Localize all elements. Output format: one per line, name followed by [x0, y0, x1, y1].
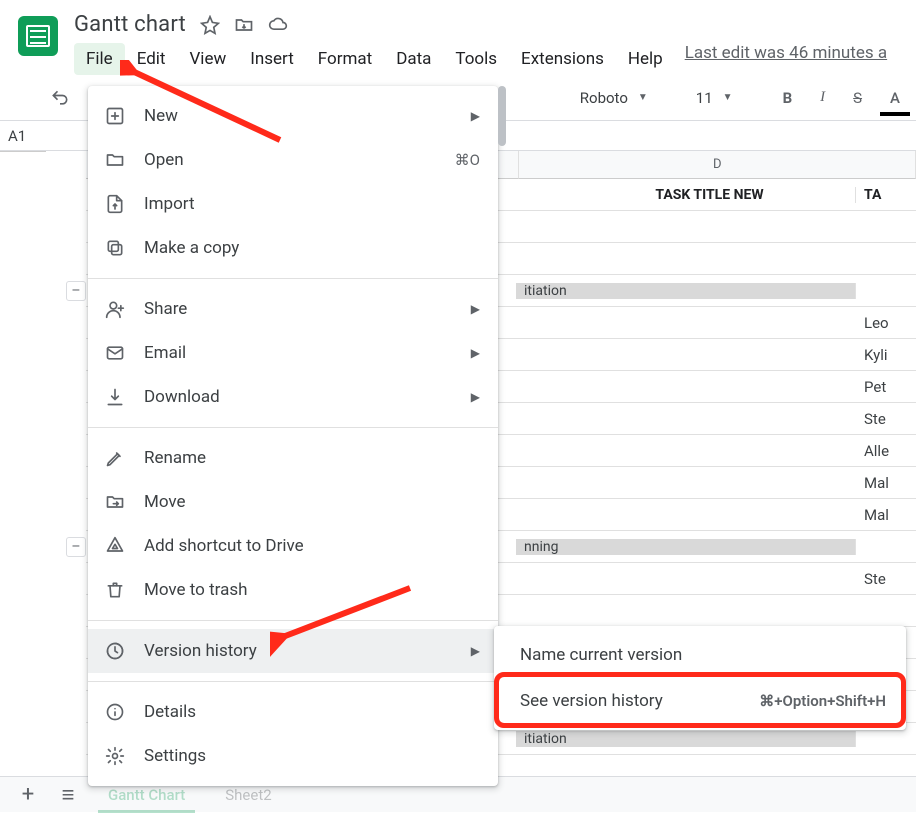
- menu-help[interactable]: Help: [616, 43, 675, 75]
- font-name: Roboto: [580, 89, 628, 107]
- chevron-right-icon: ▶: [471, 109, 480, 123]
- cloud-status-icon[interactable]: [268, 15, 288, 35]
- menu-item-share[interactable]: Share ▶: [88, 287, 498, 331]
- menu-item-label: Share: [144, 299, 453, 319]
- add-sheet-button[interactable]: +: [10, 777, 46, 813]
- menu-extensions[interactable]: Extensions: [509, 43, 616, 75]
- menu-item-label: Settings: [144, 746, 480, 766]
- group-collapse-button[interactable]: –: [66, 281, 86, 301]
- font-selector[interactable]: Roboto ▼: [572, 85, 656, 111]
- plus-box-icon: [104, 106, 126, 126]
- pencil-icon: [104, 448, 126, 468]
- mail-icon: [104, 343, 126, 363]
- menu-tools[interactable]: Tools: [443, 43, 509, 75]
- menubar: File Edit View Insert Format Data Tools …: [74, 39, 906, 75]
- folder-icon: [104, 150, 126, 170]
- menu-item-label: Download: [144, 387, 453, 407]
- menu-item-open[interactable]: Open ⌘O: [88, 138, 498, 182]
- submenu-label: See version history: [520, 691, 745, 711]
- download-icon: [104, 387, 126, 407]
- menu-shortcut: ⌘O: [455, 151, 480, 169]
- menu-item-move-to-trash[interactable]: Move to trash: [88, 568, 498, 612]
- menu-item-label: Rename: [144, 448, 480, 468]
- font-size: 11: [696, 89, 713, 107]
- chevron-right-icon: ▶: [471, 390, 480, 404]
- menu-file[interactable]: File: [74, 43, 125, 75]
- drive-shortcut-icon: [104, 536, 126, 556]
- menu-item-details[interactable]: Details: [88, 690, 498, 734]
- menu-item-email[interactable]: Email ▶: [88, 331, 498, 375]
- menu-item-rename[interactable]: Rename: [88, 436, 498, 480]
- undo-button[interactable]: [40, 82, 80, 114]
- chevron-right-icon: ▶: [471, 302, 480, 316]
- file-import-icon: [104, 194, 126, 214]
- menu-item-settings[interactable]: Settings: [88, 734, 498, 778]
- col-title-e: TA: [856, 187, 916, 203]
- text-color-button[interactable]: A: [880, 83, 910, 113]
- chevron-down-icon: ▼: [723, 92, 733, 103]
- menu-item-add-shortcut-to-drive[interactable]: Add shortcut to Drive: [88, 524, 498, 568]
- menu-item-label: Add shortcut to Drive: [144, 536, 480, 556]
- menu-view[interactable]: View: [177, 43, 238, 75]
- col-title-d: TASK TITLE NEW: [556, 187, 856, 203]
- col-header-d[interactable]: D: [519, 151, 916, 179]
- version-history-submenu: Name current version See version history ⌘…: [494, 626, 906, 730]
- gear-icon: [104, 746, 126, 766]
- submenu-label: Name current version: [520, 645, 886, 665]
- menu-item-make-a-copy[interactable]: Make a copy: [88, 226, 498, 270]
- trash-icon: [104, 580, 126, 600]
- menu-edit[interactable]: Edit: [125, 43, 178, 75]
- select-all-corner[interactable]: [0, 151, 46, 152]
- menu-item-label: Move to trash: [144, 580, 480, 600]
- move-folder-icon[interactable]: [234, 15, 254, 35]
- menu-item-download[interactable]: Download ▶: [88, 375, 498, 419]
- strikethrough-button[interactable]: S: [843, 83, 872, 113]
- history-icon: [104, 641, 126, 661]
- menu-item-label: Email: [144, 343, 453, 363]
- menu-item-label: Move: [144, 492, 480, 512]
- chevron-right-icon: ▶: [471, 644, 480, 658]
- menu-format[interactable]: Format: [306, 43, 384, 75]
- name-box[interactable]: A1: [0, 127, 60, 145]
- folder-move-icon: [104, 492, 126, 512]
- menu-item-label: New: [144, 106, 453, 126]
- chevron-right-icon: ▶: [471, 346, 480, 360]
- font-size-selector[interactable]: 11 ▼: [688, 85, 741, 111]
- menu-item-import[interactable]: Import: [88, 182, 498, 226]
- all-sheets-button[interactable]: ≡: [50, 777, 86, 813]
- sheets-logo[interactable]: [18, 16, 58, 56]
- file-menu-dropdown: New▶Open⌘OImportMake a copyShare▶Email▶D…: [88, 86, 498, 786]
- person-plus-icon: [104, 299, 126, 319]
- group-collapse-button[interactable]: –: [66, 537, 86, 557]
- menu-item-label: Make a copy: [144, 238, 480, 258]
- chevron-down-icon: ▼: [638, 92, 648, 103]
- info-icon: [104, 702, 126, 722]
- menu-item-move[interactable]: Move: [88, 480, 498, 524]
- menu-data[interactable]: Data: [384, 43, 443, 75]
- submenu-shortcut: ⌘+Option+Shift+H: [759, 692, 886, 710]
- menu-insert[interactable]: Insert: [238, 43, 306, 75]
- submenu-item-name-current-version[interactable]: Name current version: [494, 632, 906, 678]
- menu-item-label: Details: [144, 702, 480, 722]
- doc-title[interactable]: Gantt chart: [74, 12, 186, 37]
- menu-item-version-history[interactable]: Version history ▶: [88, 629, 498, 673]
- menu-item-label: Version history: [144, 641, 453, 661]
- menu-item-new[interactable]: New ▶: [88, 94, 498, 138]
- last-edit-link[interactable]: Last edit was 46 minutes a: [675, 43, 887, 75]
- submenu-item-see-version-history[interactable]: See version history ⌘+Option+Shift+H: [494, 678, 906, 724]
- menu-item-label: Import: [144, 194, 480, 214]
- star-icon[interactable]: [200, 15, 220, 35]
- copy-icon: [104, 238, 126, 258]
- bold-button[interactable]: B: [773, 83, 803, 113]
- menu-item-label: Open: [144, 150, 437, 170]
- italic-button[interactable]: I: [810, 83, 835, 112]
